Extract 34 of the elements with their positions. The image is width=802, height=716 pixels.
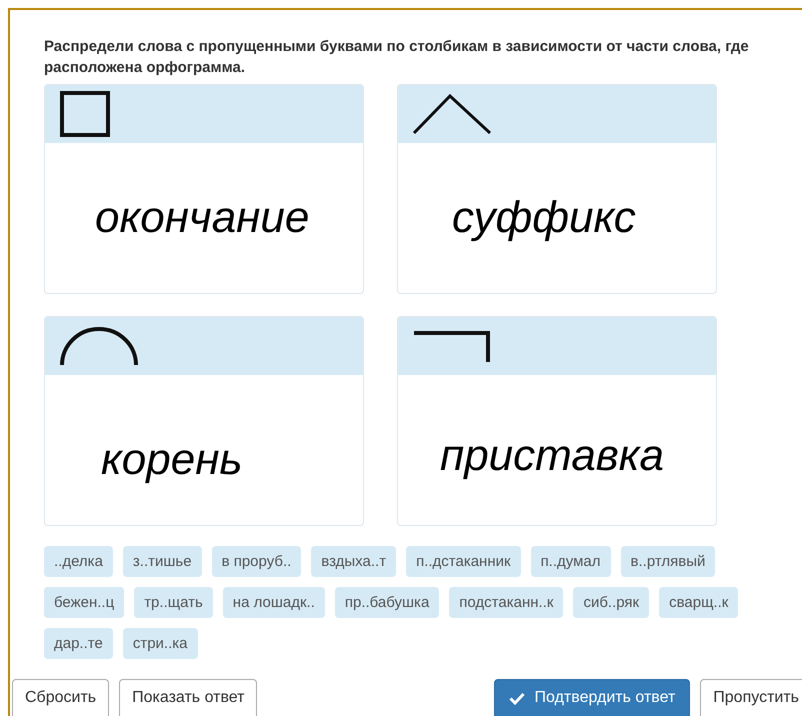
column-label: приставка xyxy=(440,431,664,481)
action-button[interactable]: Пропустить xyxy=(700,679,802,716)
drop-column[interactable]: приставка xyxy=(397,316,717,526)
word-chip[interactable]: п..думал xyxy=(530,546,611,577)
word-chip[interactable]: в проруб.. xyxy=(212,546,302,577)
corner-icon xyxy=(412,330,492,362)
drop-column[interactable]: окончание xyxy=(44,84,364,294)
column-label: окончание xyxy=(95,193,310,243)
task-instruction: Распредели слова с пропущенными буквами по столбикам в зависимости от части слова, где расположена орфограмма. xyxy=(44,37,750,78)
column-label: суффикс xyxy=(452,193,636,243)
word-chip[interactable]: вздыха..т xyxy=(311,546,396,577)
word-chip[interactable]: дар..те xyxy=(44,628,113,659)
caret-icon xyxy=(412,93,492,135)
word-chip[interactable]: пр..бабушка xyxy=(334,587,440,618)
drop-column[interactable]: корень xyxy=(44,316,364,526)
word-chip[interactable]: стри..ка xyxy=(122,628,198,659)
word-chip[interactable]: сиб..ряк xyxy=(573,587,650,618)
arc-icon xyxy=(59,326,139,366)
word-chip[interactable]: сварщ..к xyxy=(659,587,738,618)
word-chip[interactable]: тр..щать xyxy=(134,587,213,618)
column-label: корень xyxy=(101,435,243,485)
check-icon xyxy=(508,692,525,704)
action-button[interactable]: Сбросить xyxy=(12,679,110,716)
word-chip[interactable]: п..дстаканник xyxy=(406,546,521,577)
word-chip[interactable]: подстаканн..к xyxy=(449,587,564,618)
confirm-button[interactable]: Подтвердить ответ xyxy=(494,679,690,716)
square-icon xyxy=(59,90,111,138)
drop-column[interactable]: суффикс xyxy=(397,84,717,294)
word-chip[interactable]: ..делка xyxy=(44,546,113,577)
word-chip[interactable]: з..тишье xyxy=(122,546,202,577)
word-chip[interactable]: бежен..ц xyxy=(44,587,124,618)
word-chip[interactable]: в..ртлявый xyxy=(620,546,716,577)
action-button[interactable]: Показать ответ xyxy=(119,679,258,716)
word-chip[interactable]: на лошадк.. xyxy=(222,587,325,618)
